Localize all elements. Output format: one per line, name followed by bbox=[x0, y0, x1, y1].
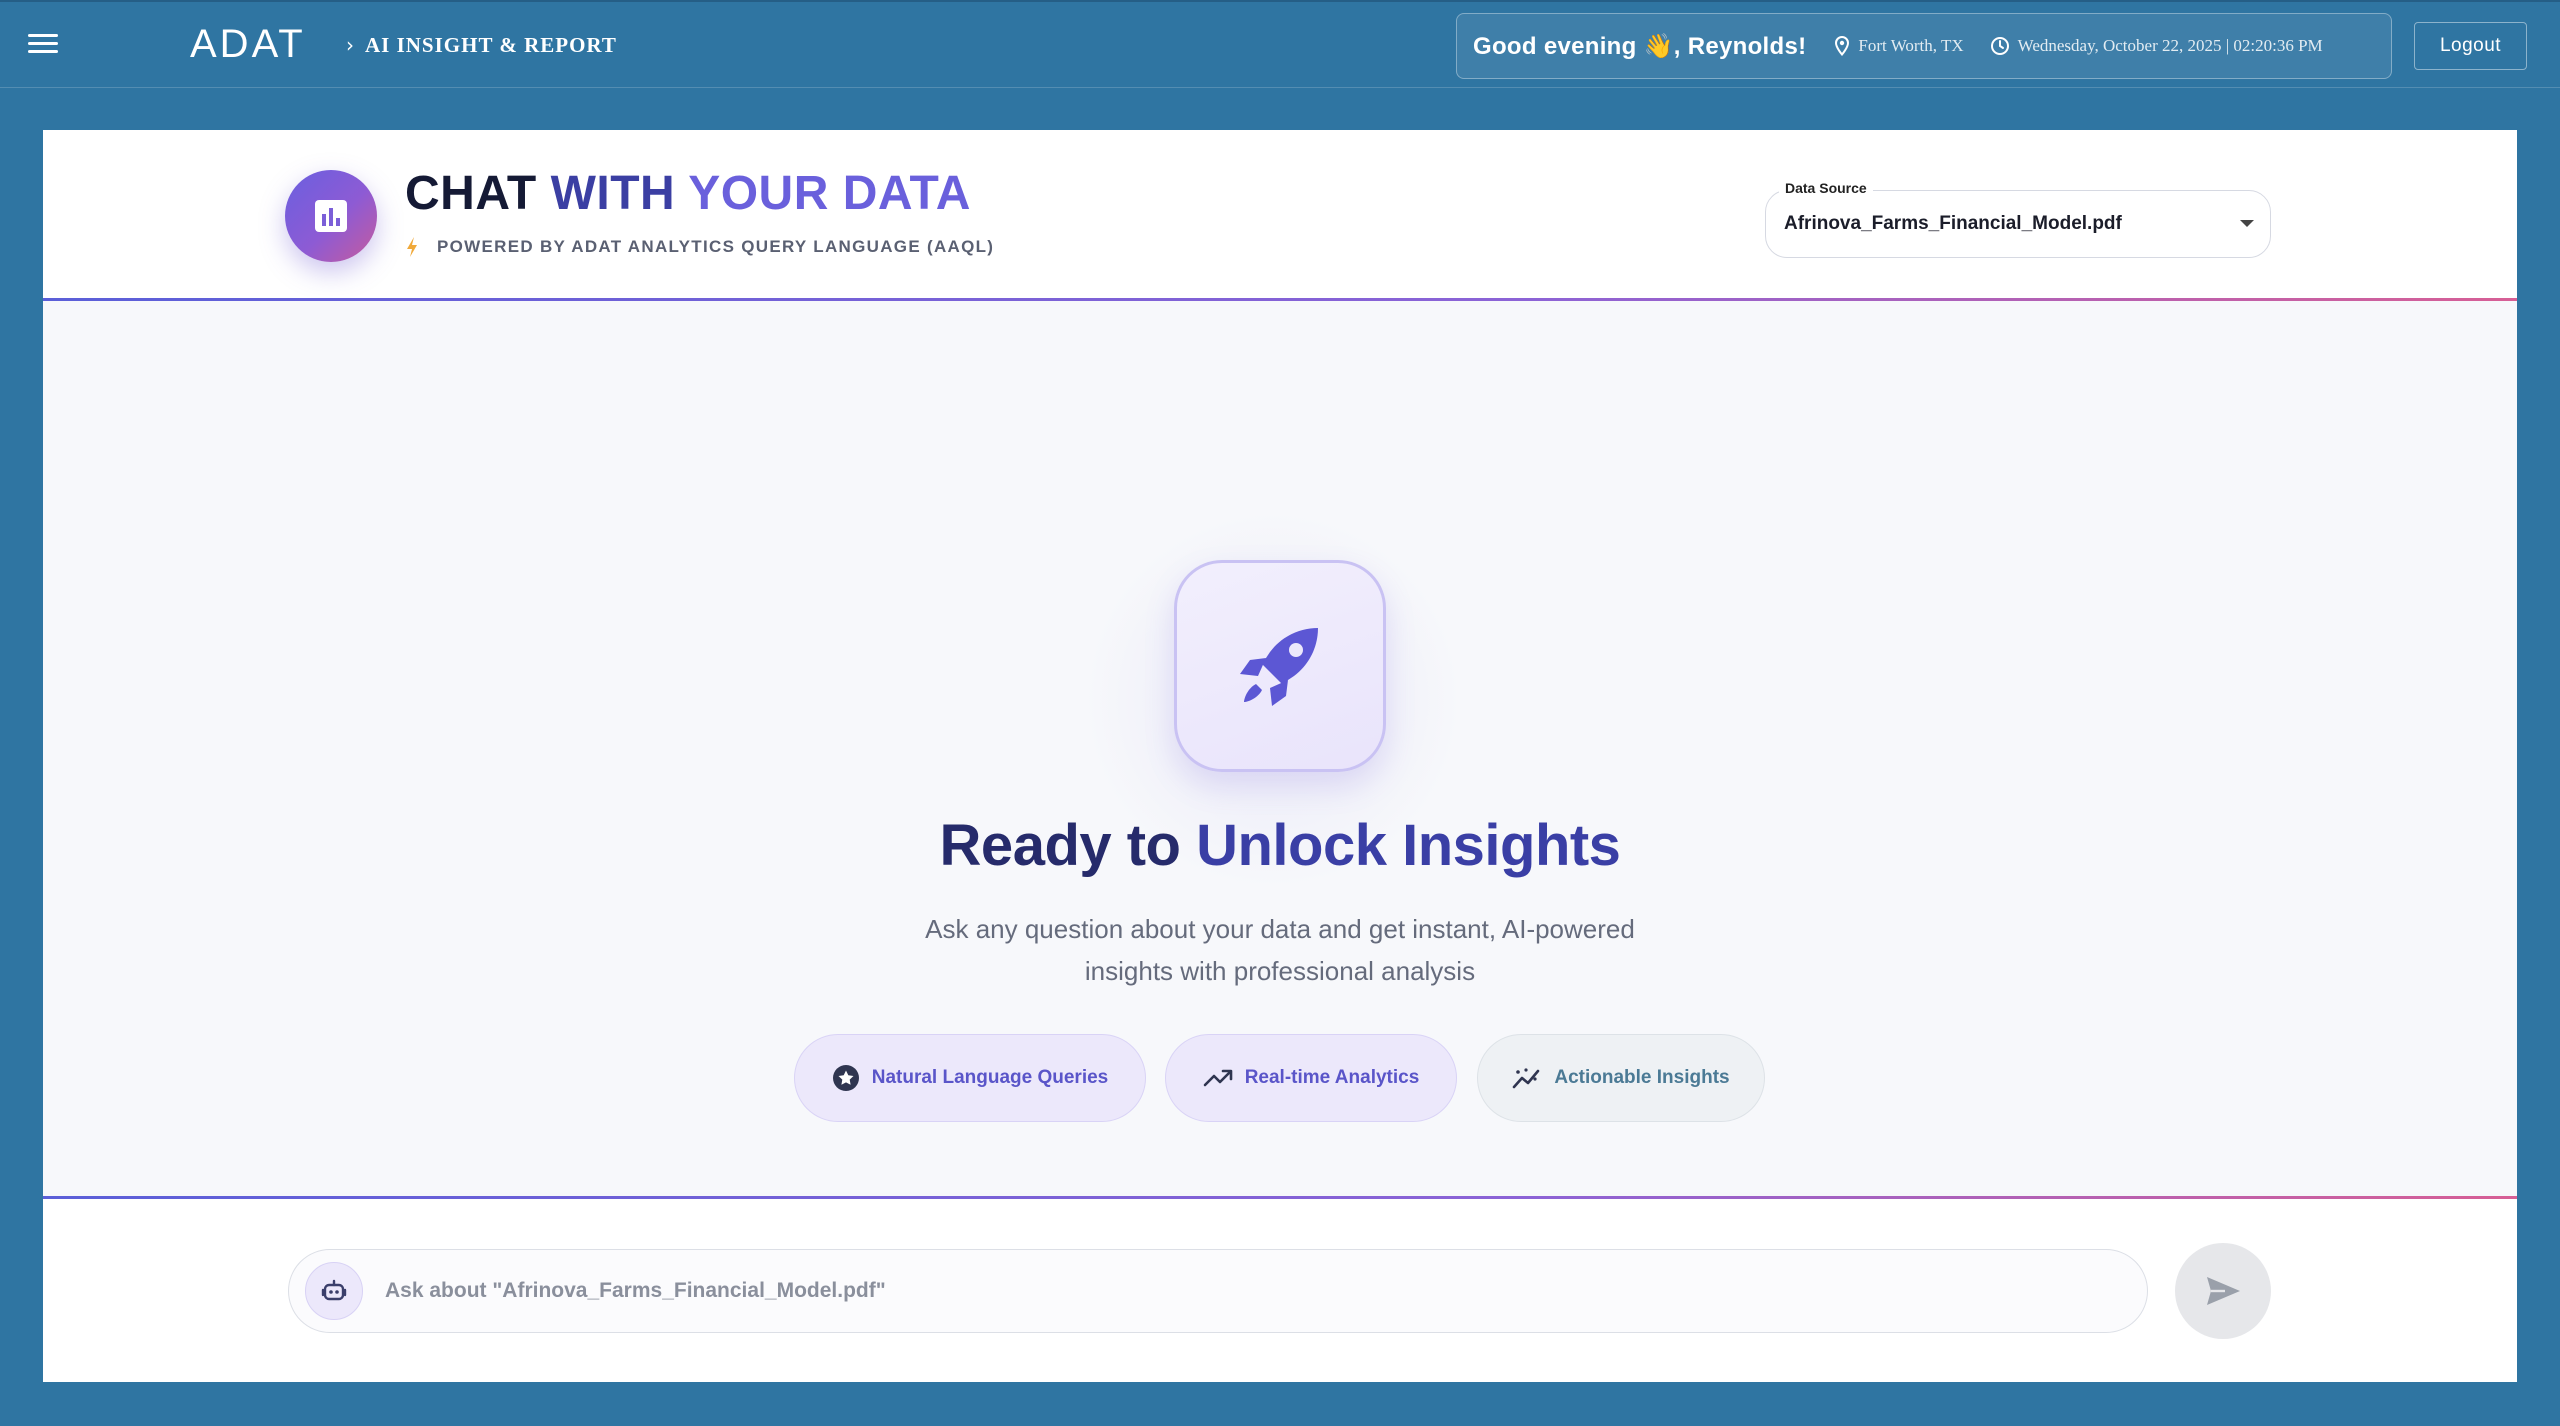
data-source-select[interactable]: Afrinova_Farms_Financial_Model.pdf bbox=[1765, 190, 2271, 258]
logout-button[interactable]: Logout bbox=[2414, 22, 2527, 70]
chip-actionable-insights[interactable]: Actionable Insights bbox=[1477, 1034, 1765, 1122]
datetime: Wednesday, October 22, 2025 | 02:20:36 P… bbox=[1990, 36, 2323, 56]
location-text: Fort Worth, TX bbox=[1858, 36, 1964, 55]
empty-state-heading: Ready to Unlock Insights bbox=[43, 812, 2517, 879]
data-source-field: Afrinova_Farms_Financial_Model.pdf Data … bbox=[1765, 180, 2271, 258]
brand-logo[interactable]: ADAT bbox=[190, 22, 306, 67]
chevron-right-icon: › bbox=[346, 33, 355, 57]
chat-card: CHAT WITH YOUR DATA POWERED BY ADAT ANAL… bbox=[43, 130, 2517, 1382]
subtitle-text: POWERED BY ADAT ANALYTICS QUERY LANGUAGE… bbox=[437, 237, 995, 256]
insights-icon bbox=[1513, 1068, 1540, 1089]
trending-up-icon bbox=[1203, 1069, 1233, 1087]
datetime-text: Wednesday, October 22, 2025 | 02:20:36 P… bbox=[2017, 36, 2323, 55]
send-button[interactable] bbox=[2175, 1243, 2271, 1339]
title-part-2: WITH bbox=[550, 167, 689, 220]
empty-state-description: Ask any question about your data and get… bbox=[925, 914, 1635, 986]
chip-real-time-analytics[interactable]: Real-time Analytics bbox=[1165, 1034, 1457, 1122]
top-bar: ADAT › AI INSIGHT & REPORT Good evening 👋… bbox=[0, 0, 2560, 88]
header-gradient-divider bbox=[43, 298, 2517, 301]
card-header: CHAT WITH YOUR DATA POWERED BY ADAT ANAL… bbox=[43, 130, 2517, 300]
page-title: CHAT WITH YOUR DATA bbox=[405, 166, 971, 221]
chat-input-bar bbox=[43, 1199, 2517, 1382]
bar-chart-icon bbox=[285, 170, 377, 262]
send-icon bbox=[2207, 1277, 2240, 1305]
data-source-value: Afrinova_Farms_Financial_Model.pdf bbox=[1784, 213, 2122, 234]
caret-down-icon[interactable] bbox=[2240, 220, 2254, 227]
chip-label: Natural Language Queries bbox=[871, 1067, 1109, 1088]
clock-icon bbox=[1990, 37, 2009, 55]
rocket-icon bbox=[1174, 560, 1386, 772]
chip-natural-language-queries[interactable]: Natural Language Queries bbox=[794, 1034, 1146, 1122]
breadcrumb-current: AI INSIGHT & REPORT bbox=[365, 33, 617, 57]
greeting-panel: Good evening 👋, Reynolds! Fort Worth, TX… bbox=[1456, 13, 2392, 79]
heading-part-2: Unlock Insights bbox=[1196, 813, 1621, 878]
data-source-label: Data Source bbox=[1779, 180, 1873, 196]
star-circle-icon bbox=[832, 1065, 859, 1091]
page-subtitle: POWERED BY ADAT ANALYTICS QUERY LANGUAGE… bbox=[405, 236, 994, 258]
title-part-1: CHAT bbox=[405, 167, 551, 220]
breadcrumb: › AI INSIGHT & REPORT bbox=[346, 33, 617, 58]
feature-chips: Natural Language Queries Real-time Analy… bbox=[43, 1034, 2517, 1122]
lightning-icon bbox=[407, 237, 417, 257]
chat-input[interactable] bbox=[385, 1266, 2085, 1316]
hamburger-menu-icon[interactable] bbox=[28, 34, 58, 58]
location: Fort Worth, TX bbox=[1834, 36, 1964, 56]
robot-icon bbox=[305, 1262, 363, 1320]
greeting-text: Good evening 👋, Reynolds! bbox=[1473, 32, 1807, 60]
chip-label: Actionable Insights bbox=[1554, 1067, 1730, 1088]
ask-field[interactable] bbox=[288, 1249, 2148, 1333]
heading-part-1: Ready to bbox=[939, 813, 1197, 878]
chip-label: Real-time Analytics bbox=[1244, 1067, 1420, 1088]
location-pin-icon bbox=[1835, 36, 1850, 56]
title-part-3: YOUR DATA bbox=[688, 167, 971, 220]
